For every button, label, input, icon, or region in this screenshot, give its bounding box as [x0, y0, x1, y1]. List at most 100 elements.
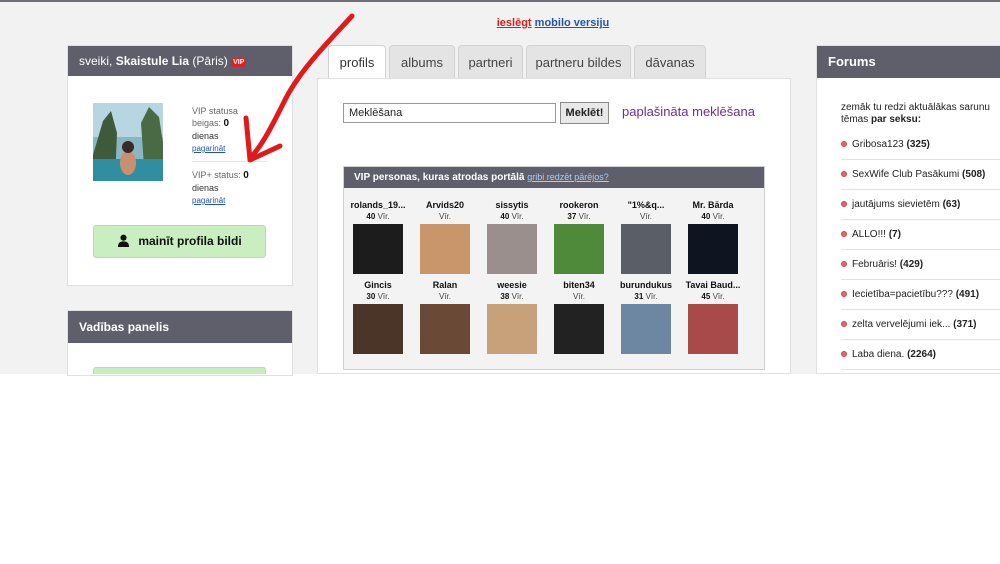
vip-person-photo[interactable] — [621, 304, 671, 354]
control-panel-button[interactable] — [93, 367, 266, 374]
vip-person-photo[interactable] — [688, 224, 738, 274]
vip-person-age-value: 38 — [500, 292, 510, 301]
vip-person-photo[interactable] — [621, 224, 671, 274]
vip-person-name[interactable]: burundukus — [613, 279, 679, 291]
extend-vip-link[interactable]: pagarināt — [192, 144, 225, 153]
vip-person-card[interactable]: weesie 38 Vīr. — [479, 279, 545, 354]
forum-topic[interactable]: jautājums sievietēm (63) — [841, 190, 1000, 220]
vip-person-gender: Vīr. — [438, 212, 451, 221]
vip-person-name[interactable]: weesie — [479, 279, 545, 291]
vip-person-photo[interactable] — [420, 304, 470, 354]
vip-person-photo[interactable] — [353, 304, 403, 354]
vip-person-age: Vīr. — [613, 211, 679, 222]
vip-person-card[interactable]: Mr. Bārda 40 Vīr. — [680, 199, 746, 274]
vip-person-name[interactable]: rolands_19... — [345, 199, 411, 211]
vip-person-gender: Vīr. — [511, 292, 524, 301]
vip-end-label-1: VIP statusa — [192, 106, 238, 116]
vip-person-photo[interactable] — [353, 224, 403, 274]
vip-person-name[interactable]: Ralan — [412, 279, 478, 291]
vip-person-card[interactable]: sissytis 40 Vīr. — [479, 199, 545, 274]
vip-person-gender: Vīr. — [639, 212, 652, 221]
forum-topic[interactable]: Februāris! (429) — [841, 250, 1000, 280]
forum-topic-title[interactable]: SexWife Club Pasākumi — [852, 169, 959, 180]
forum-topic[interactable]: Gribosa123 (325) — [841, 130, 1000, 160]
vip-person-photo[interactable] — [420, 224, 470, 274]
forum-topic[interactable]: ALLO!!! (7) — [841, 220, 1000, 250]
tab-profils[interactable]: profils — [328, 45, 386, 79]
user-panel-header: sveiki, Skaistule Lia (Pāris) VIP — [68, 46, 292, 76]
vip-person-name[interactable]: Arvids20 — [412, 199, 478, 211]
vip-person-age: Vīr. — [412, 211, 478, 222]
vip-person-age-value: 45 — [701, 292, 711, 301]
mobile-version-text[interactable]: mobilo versiju — [535, 17, 610, 29]
see-others-link[interactable]: gribi redzēt pārējos? — [527, 172, 609, 182]
vip-person-photo[interactable] — [487, 224, 537, 274]
mobile-version-link[interactable]: ieslēgt mobilo versiju — [0, 17, 1000, 29]
vip-badge: VIP — [231, 58, 247, 67]
vip-end-label-2: beigas: — [192, 118, 222, 128]
extend-vip-plus-link[interactable]: pagarināt — [192, 196, 225, 205]
vip-person-photo[interactable] — [688, 304, 738, 354]
tab-davanas[interactable]: dāvanas — [634, 45, 706, 78]
vip-end-value: 0 — [223, 118, 230, 129]
vip-plus-label: VIP+ status: — [192, 170, 241, 180]
change-photo-label: mainīt profila bildi — [138, 234, 242, 248]
vip-person-age: 38 Vīr. — [479, 291, 545, 302]
vip-person-photo[interactable] — [554, 224, 604, 274]
vip-person-card[interactable]: Arvids20 Vīr. — [412, 199, 478, 274]
vip-person-card[interactable]: rolands_19... 40 Vīr. — [345, 199, 411, 274]
vip-person-name[interactable]: Tavai Baud... — [680, 279, 746, 291]
forum-header: Forums — [817, 46, 1000, 78]
tab-albums[interactable]: albums — [389, 45, 455, 78]
vip-person-name[interactable]: Gincis — [345, 279, 411, 291]
vip-person-card[interactable]: rookeron 37 Vīr. — [546, 199, 612, 274]
vip-person-age-value: 40 — [500, 212, 510, 221]
vip-status-info: VIP statusa beigas: 0 dienas pagarināt V… — [192, 105, 267, 207]
change-profile-photo-button[interactable]: mainīt profila bildi — [93, 225, 266, 258]
vip-person-age-value: 30 — [366, 292, 376, 301]
username[interactable]: Skaistule Lia — [116, 54, 189, 68]
vip-person-card[interactable]: "1%&q... Vīr. — [613, 199, 679, 274]
forum-topic[interactable]: Laba diena. (2264) — [841, 340, 1000, 370]
vip-person-name[interactable]: rookeron — [546, 199, 612, 211]
tab-partneru-bildes[interactable]: partneru bildes — [526, 45, 631, 78]
vip-person-card[interactable]: Tavai Baud... 45 Vīr. — [680, 279, 746, 354]
mobile-enable-text[interactable]: ieslēgt — [497, 17, 532, 29]
vip-person-card[interactable]: biten34 Vīr. — [546, 279, 612, 354]
forum-topic[interactable]: zelta vervelējumi iek... (371) — [841, 310, 1000, 340]
vip-person-age: 31 Vīr. — [613, 291, 679, 302]
vip-end-days: dienas — [192, 131, 219, 141]
vip-person-gender: Vīr. — [712, 292, 725, 301]
forum-topic-title[interactable]: Iecietība=pacietību??? — [852, 289, 953, 300]
forum-topic-title[interactable]: jautājums sievietēm — [852, 199, 940, 210]
forum-topic[interactable]: Iecietība=pacietību??? (491) — [841, 280, 1000, 310]
forum-topic[interactable]: SexWife Club Pasākumi (508) — [841, 160, 1000, 190]
search-button[interactable]: Meklēt! — [560, 102, 609, 124]
forum-topic-count: (491) — [955, 289, 980, 300]
vip-person-age-value: 40 — [366, 212, 376, 221]
vip-person-age: 40 Vīr. — [345, 211, 411, 222]
vip-person-name[interactable]: biten34 — [546, 279, 612, 291]
forum-topic-title[interactable]: zelta vervelējumi iek... — [852, 319, 950, 330]
vip-person-name[interactable]: sissytis — [479, 199, 545, 211]
vip-online-header: VIP personas, kuras atrodas portālā grib… — [344, 167, 764, 188]
vip-person-card[interactable]: Gincis 30 Vīr. — [345, 279, 411, 354]
tab-partneri[interactable]: partneri — [458, 45, 523, 78]
forum-topic-title[interactable]: Laba diena. — [852, 349, 904, 360]
forum-topic-title[interactable]: Gribosa123 — [852, 139, 904, 150]
forum-topic-count: (508) — [962, 169, 986, 180]
forum-topic-title[interactable]: ALLO!!! — [852, 229, 886, 240]
forum-topic-count: (371) — [953, 319, 977, 330]
vip-person-age: Vīr. — [546, 291, 612, 302]
bullet-icon — [841, 231, 847, 237]
search-input[interactable] — [343, 103, 556, 123]
advanced-search-link[interactable]: paplašināta meklēšana — [622, 104, 755, 119]
vip-person-card[interactable]: Ralan Vīr. — [412, 279, 478, 354]
vip-person-name[interactable]: "1%&q... — [613, 199, 679, 211]
forum-topic-title[interactable]: Februāris! — [852, 259, 897, 270]
vip-person-name[interactable]: Mr. Bārda — [680, 199, 746, 211]
profile-photo[interactable] — [93, 103, 163, 181]
vip-person-card[interactable]: burundukus 31 Vīr. — [613, 279, 679, 354]
vip-person-photo[interactable] — [487, 304, 537, 354]
vip-person-photo[interactable] — [554, 304, 604, 354]
